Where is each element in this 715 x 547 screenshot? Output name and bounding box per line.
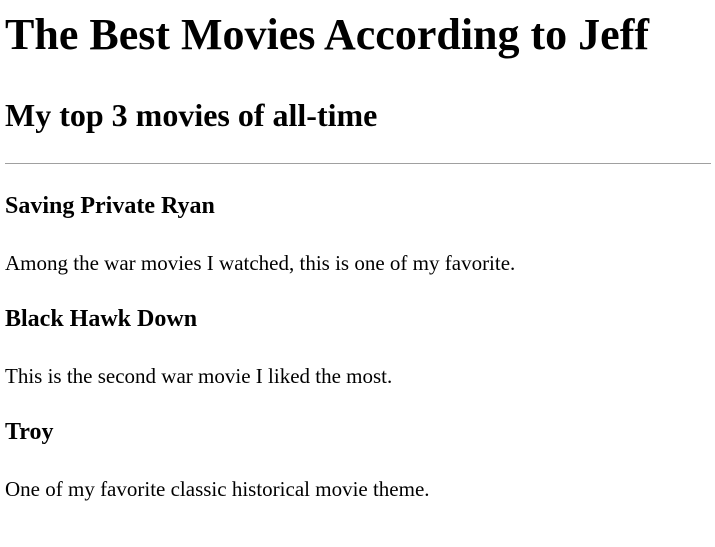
movie-entry: Saving Private Ryan Among the war movies… bbox=[5, 192, 711, 277]
divider bbox=[5, 163, 711, 164]
page-subtitle: My top 3 movies of all-time bbox=[5, 97, 378, 133]
movie-entry: Black Hawk Down This is the second war m… bbox=[5, 305, 711, 390]
page-title: The Best Movies According to Jeff bbox=[5, 10, 649, 59]
movie-title: Troy bbox=[5, 419, 54, 445]
movie-title: Saving Private Ryan bbox=[5, 193, 215, 219]
movie-title: Black Hawk Down bbox=[5, 306, 198, 332]
movie-description: Among the war movies I watched, this is … bbox=[5, 251, 516, 275]
movie-description: This is the second war movie I liked the… bbox=[5, 364, 393, 388]
movie-entry: Troy One of my favorite classic historic… bbox=[5, 418, 711, 503]
movie-description: One of my favorite classic historical mo… bbox=[5, 477, 430, 501]
page-content: The Best Movies According to Jeff My top… bbox=[0, 0, 715, 503]
